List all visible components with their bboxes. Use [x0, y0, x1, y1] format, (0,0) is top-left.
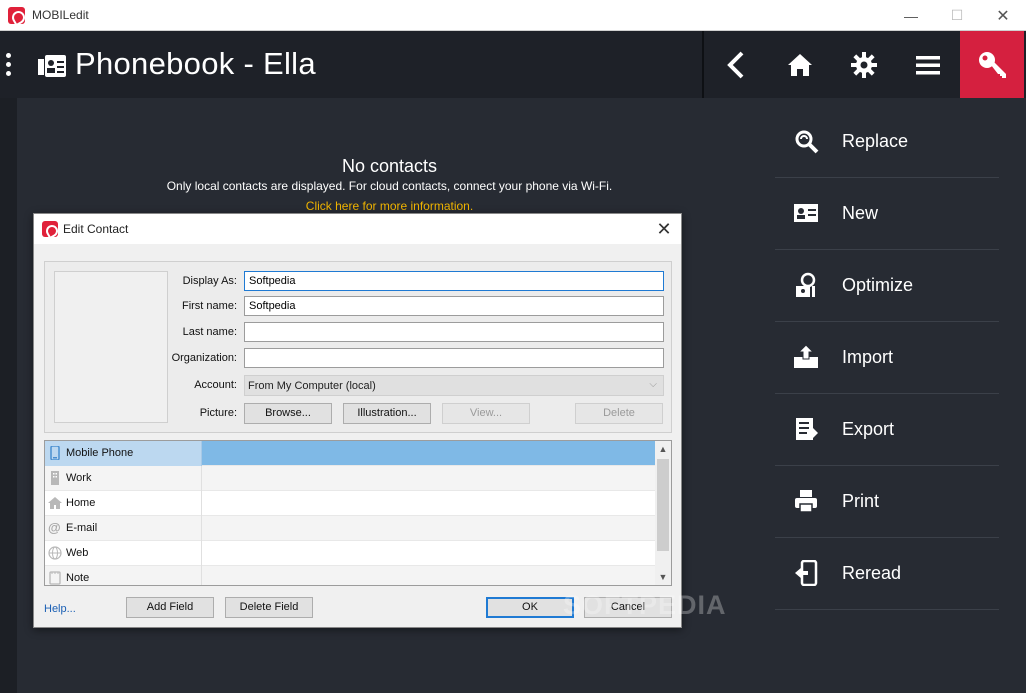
- action-reread[interactable]: Reread: [775, 538, 999, 610]
- field-row-work[interactable]: Work: [45, 466, 655, 491]
- contact-details-group: Display As: First name: Last name: Organ…: [44, 261, 672, 433]
- dialog-title: Edit Contact: [63, 222, 129, 236]
- delete-field-button[interactable]: Delete Field: [225, 597, 313, 618]
- field-row-mobile-phone[interactable]: Mobile Phone: [45, 441, 655, 466]
- action-label: Print: [842, 491, 880, 511]
- optimize-icon: [796, 272, 816, 297]
- help-link[interactable]: Help...: [44, 603, 76, 615]
- window-titlebar: MOBILedit — ☐ ✕: [0, 0, 1026, 31]
- delete-picture-button[interactable]: Delete: [575, 403, 663, 424]
- action-print[interactable]: Print: [775, 466, 999, 538]
- scroll-up-icon[interactable]: ▲: [655, 441, 671, 457]
- license-button[interactable]: [960, 31, 1024, 98]
- reread-icon: [795, 560, 818, 586]
- web-icon: [48, 546, 62, 560]
- mobiledit-logo-icon: [8, 7, 25, 24]
- export-icon: [796, 418, 818, 440]
- menu-button[interactable]: [896, 31, 960, 98]
- gear-icon: [851, 51, 877, 78]
- field-name: Home: [66, 497, 96, 509]
- home-button[interactable]: [768, 31, 832, 98]
- first-name-label: First name:: [181, 300, 237, 312]
- display-as-field[interactable]: [244, 271, 664, 291]
- field-row-note[interactable]: Note: [45, 566, 655, 585]
- home-icon: [788, 53, 812, 76]
- more-info-link[interactable]: Click here for more information.: [17, 199, 762, 213]
- action-label: Reread: [842, 563, 902, 583]
- hamburger-icon: [916, 55, 940, 74]
- action-label: Export: [842, 419, 895, 439]
- last-name-field[interactable]: [244, 322, 664, 342]
- field-row-web[interactable]: Web: [45, 541, 655, 566]
- display-as-label: Display As:: [182, 275, 237, 287]
- dialog-titlebar: Edit Contact ✕: [34, 214, 681, 244]
- add-field-button[interactable]: Add Field: [126, 597, 214, 618]
- scroll-thumb[interactable]: [657, 459, 669, 551]
- left-edge: [0, 98, 17, 693]
- mobiledit-logo-icon: [42, 221, 58, 237]
- empty-title: No contacts: [341, 156, 438, 176]
- field-name: E-mail: [66, 522, 98, 534]
- note-icon: [49, 571, 61, 585]
- replace-icon: [795, 130, 819, 154]
- actions-panel: Replace New Optimize Import Export Print…: [762, 98, 1026, 693]
- email-icon: @: [48, 520, 61, 535]
- organization-field[interactable]: [244, 348, 664, 368]
- new-contact-icon: [794, 204, 818, 222]
- maximize-button[interactable]: ☐: [934, 0, 980, 31]
- back-button[interactable]: [704, 31, 768, 98]
- watermark: SOFTPEDIA: [563, 590, 727, 620]
- action-label: Optimize: [842, 275, 914, 295]
- dialog-close-button[interactable]: ✕: [651, 217, 677, 241]
- first-name-field[interactable]: [244, 296, 664, 316]
- action-new[interactable]: New: [775, 178, 999, 250]
- window-close-button[interactable]: ✕: [980, 0, 1026, 31]
- window-title: MOBILedit: [32, 8, 89, 22]
- action-replace[interactable]: Replace: [775, 106, 999, 178]
- print-icon: [795, 490, 817, 513]
- view-button[interactable]: View...: [442, 403, 530, 424]
- edit-contact-dialog: Edit Contact ✕ Display As: First name: L…: [33, 213, 682, 628]
- import-icon: [794, 344, 818, 368]
- scroll-down-icon[interactable]: ▼: [655, 569, 671, 585]
- field-name: Work: [66, 472, 92, 484]
- browse-button[interactable]: Browse...: [244, 403, 332, 424]
- page-title: Phonebook - Ella: [75, 46, 316, 81]
- last-name-label: Last name:: [182, 326, 237, 338]
- mobile-phone-icon: [50, 446, 60, 460]
- action-label: Replace: [842, 131, 909, 151]
- action-label: Import: [842, 347, 894, 367]
- picture-label: Picture:: [199, 407, 237, 419]
- action-import[interactable]: Import: [775, 322, 999, 394]
- ok-button[interactable]: OK: [486, 597, 574, 618]
- contact-picture[interactable]: [54, 271, 168, 423]
- work-icon: [51, 471, 59, 485]
- field-name: Mobile Phone: [66, 447, 134, 459]
- illustration-button[interactable]: Illustration...: [343, 403, 431, 424]
- account-label: Account:: [194, 379, 237, 391]
- contact-fields-list: Mobile Phone Work Home @ E-mail Web Note…: [44, 440, 672, 586]
- home-icon: [48, 497, 62, 509]
- account-value: From My Computer (local): [248, 380, 376, 392]
- minimize-button[interactable]: —: [888, 0, 934, 31]
- action-label: New: [842, 203, 879, 223]
- field-name: Web: [66, 547, 89, 559]
- phonebook-icon: [38, 55, 66, 77]
- field-row-email[interactable]: @ E-mail: [45, 516, 655, 541]
- field-name: Note: [66, 572, 90, 584]
- action-optimize[interactable]: Optimize: [775, 250, 999, 322]
- action-export[interactable]: Export: [775, 394, 999, 466]
- chevron-down-icon: ⌵: [649, 379, 657, 390]
- settings-button[interactable]: [832, 31, 896, 98]
- field-row-home[interactable]: Home: [45, 491, 655, 516]
- app-header: Phonebook - Ella: [0, 31, 1026, 98]
- back-arrow-icon: [727, 51, 744, 78]
- empty-subtitle: Only local contacts are displayed. For c…: [166, 179, 613, 193]
- organization-label: Organization:: [171, 352, 237, 364]
- kebab-menu-icon[interactable]: [6, 53, 12, 79]
- key-icon: [979, 51, 1006, 78]
- account-select[interactable]: From My Computer (local) ⌵: [244, 375, 664, 396]
- fields-scrollbar[interactable]: ▲ ▼: [655, 441, 671, 585]
